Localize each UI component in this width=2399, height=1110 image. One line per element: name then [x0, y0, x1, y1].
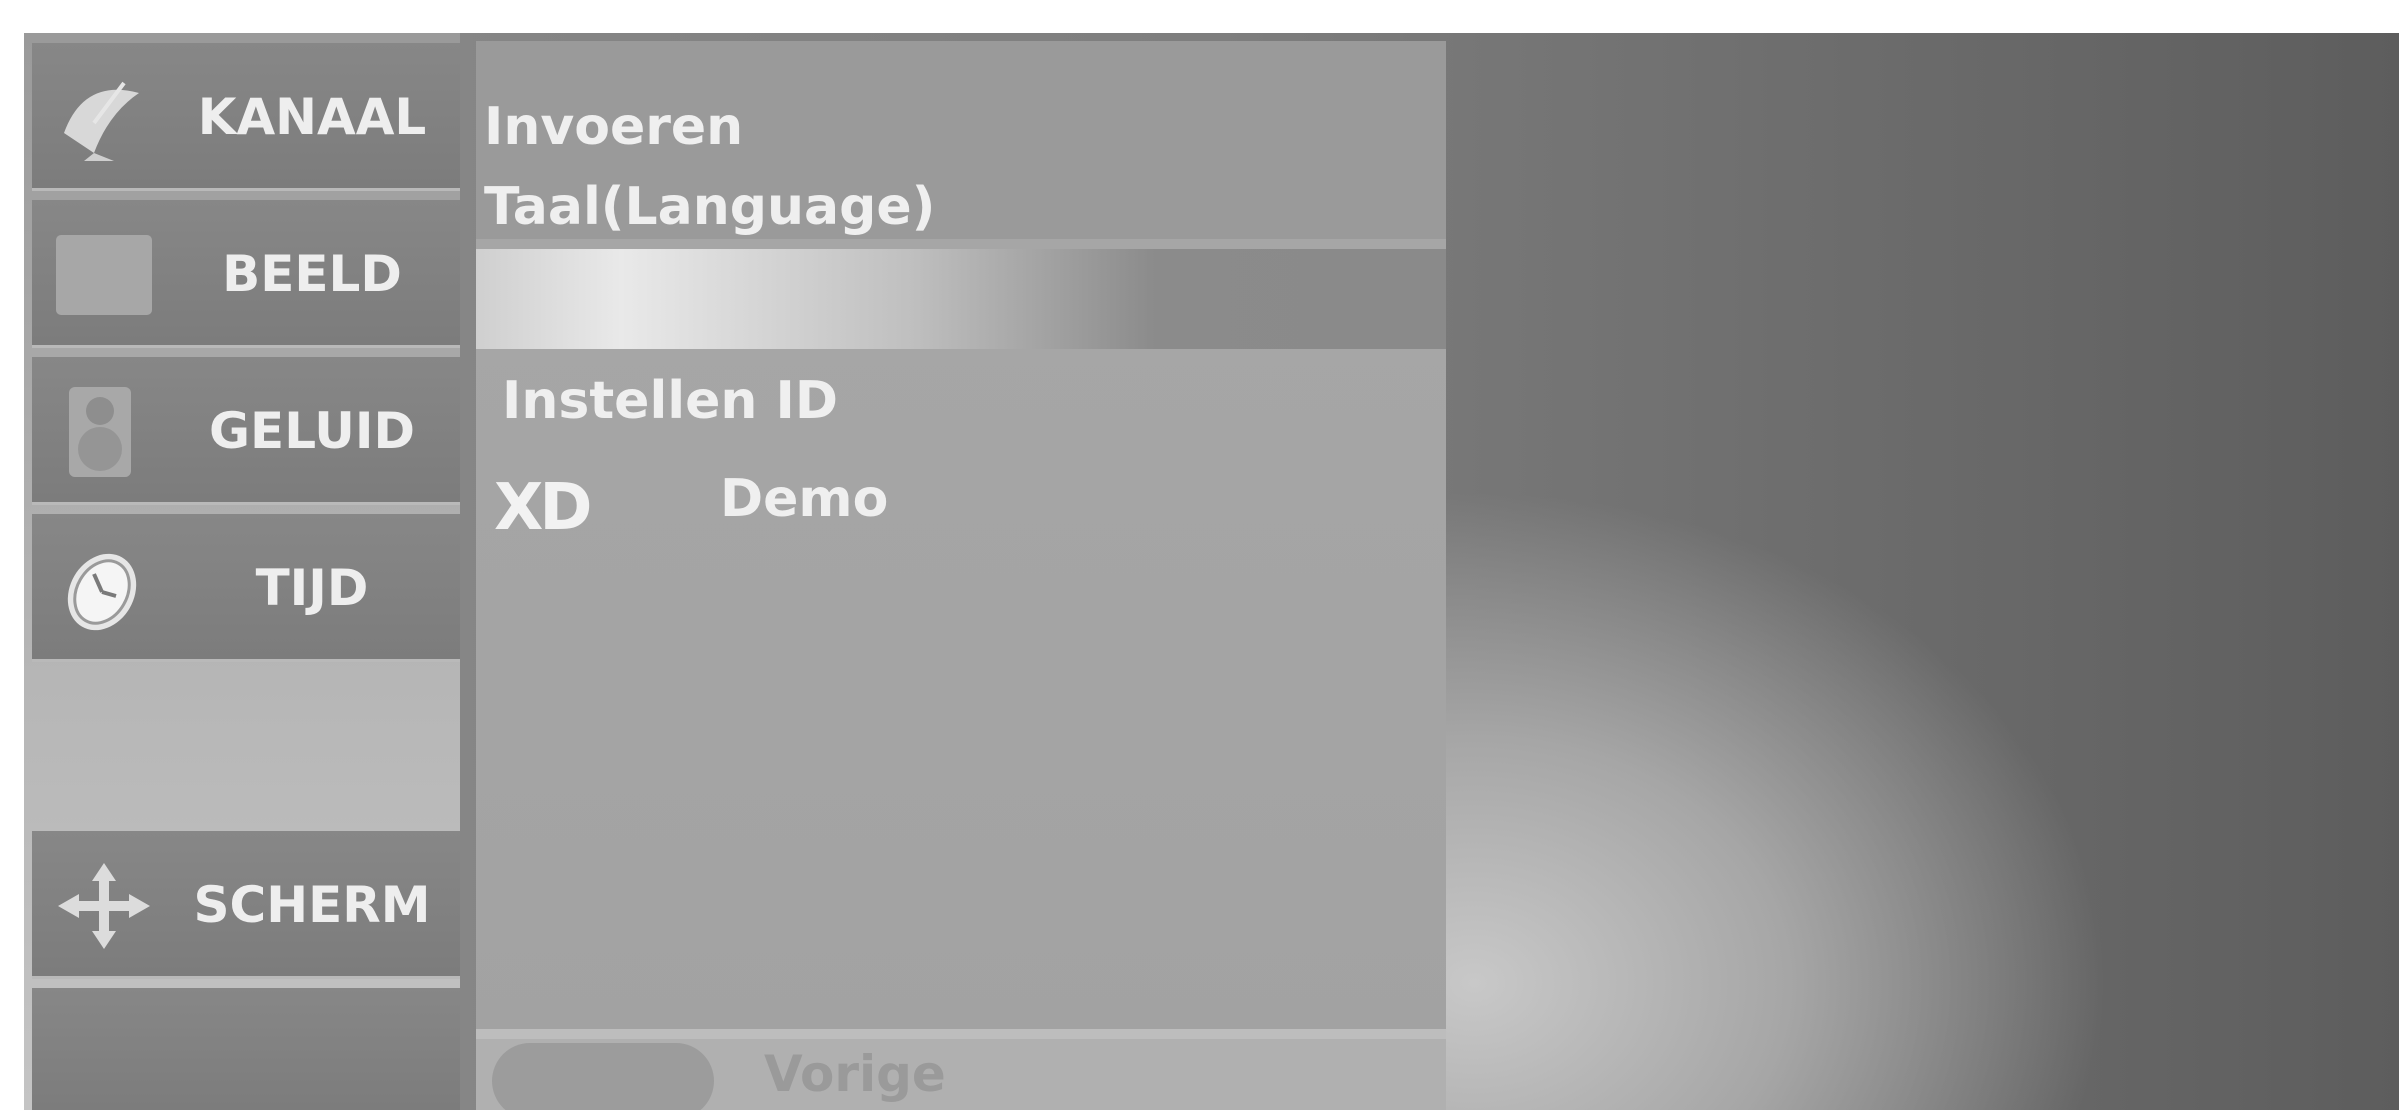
submenu-item-invoeren[interactable]: Invoeren	[484, 97, 743, 157]
menu-item-beeld[interactable]: BEELD	[32, 200, 460, 348]
menu-label-geluid: GELUID	[209, 402, 415, 460]
speaker-icon	[69, 387, 131, 477]
picture-square-icon	[56, 235, 152, 315]
submenu-item-instellen-id[interactable]: Instellen ID	[502, 371, 838, 431]
clock-icon	[67, 553, 137, 631]
footer-bar: Vorige	[476, 1029, 1446, 1110]
menu-label-scherm: SCHERM	[193, 876, 431, 934]
menu-label-kanaal: KANAAL	[197, 88, 427, 146]
xd-logo-icon: XD	[494, 477, 593, 537]
menu-empty-slot	[32, 988, 460, 1110]
menu-item-kanaal[interactable]: KANAAL	[32, 43, 460, 191]
satellite-dish-icon	[64, 81, 139, 161]
svg-text:XD: XD	[494, 477, 589, 537]
move-arrows-icon	[58, 863, 150, 949]
prev-label: Vorige	[764, 1045, 946, 1103]
submenu-panel: Invoeren Taal(Language) Instellen ID XD …	[476, 41, 1446, 1110]
main-menu: KANAAL BEELD GELUID TIJD SCHERM	[24, 33, 460, 1110]
menu-label-beeld: BEELD	[222, 245, 402, 303]
selection-highlight[interactable]	[476, 249, 1446, 349]
menu-item-tijd[interactable]: TIJD	[32, 514, 460, 662]
submenu-item-demo[interactable]: Demo	[720, 469, 888, 529]
tv-osd-screen: KANAAL BEELD GELUID TIJD SCHERM Invoeren…	[24, 33, 2399, 1110]
menu-item-scherm[interactable]: SCHERM	[32, 831, 460, 979]
submenu-item-taal[interactable]: Taal(Language)	[484, 177, 935, 237]
menu-item-geluid[interactable]: GELUID	[32, 357, 460, 505]
menu-label-tijd: TIJD	[255, 559, 369, 617]
prev-button[interactable]	[492, 1043, 714, 1110]
